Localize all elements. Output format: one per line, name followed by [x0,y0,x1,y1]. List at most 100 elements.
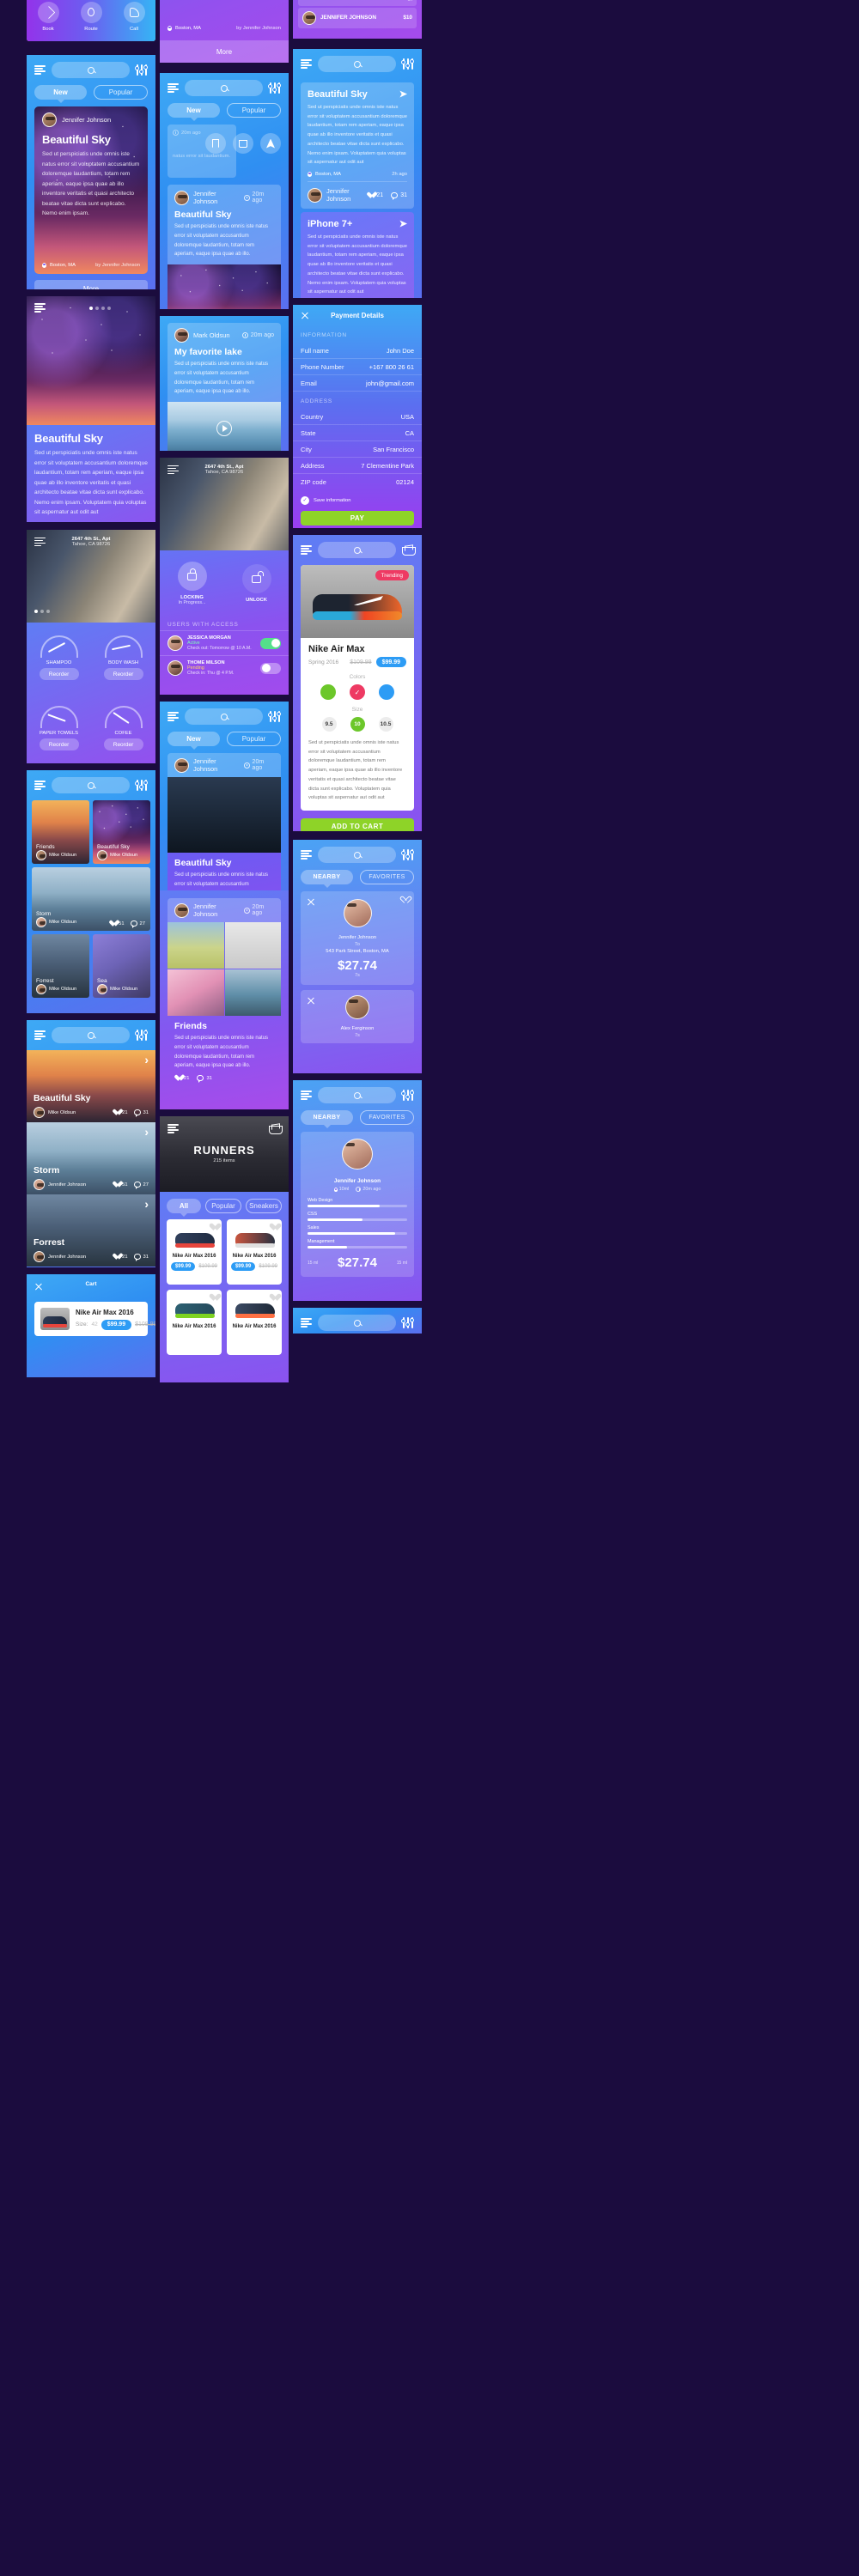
bookmark-button[interactable] [205,133,226,154]
filter-icon[interactable] [401,849,414,860]
more-button[interactable]: More [160,40,289,63]
product-card[interactable]: Nike Air Max 2016 [167,1290,222,1355]
ride-card[interactable]: Alex Ferginson 7s [301,990,414,1043]
comment-icon[interactable] [133,1254,141,1261]
search-input[interactable] [52,1027,130,1043]
supply-tile[interactable]: COFEE Reorder [91,693,155,763]
user-row[interactable]: JESSICA MORGAN Active Check out: Tomorro… [160,630,289,655]
search-input[interactable] [185,708,263,725]
filter-icon[interactable] [135,1030,148,1041]
search-input[interactable] [52,62,130,78]
list-item[interactable]: › Beautiful Sky Mike Oldsun 21 31 [27,1050,155,1122]
heart-outline-icon[interactable] [399,895,413,903]
ride-card[interactable]: Jennifer Johnson To 543 Park Street, Bos… [301,891,414,985]
size-option[interactable]: 9.5 [321,717,337,732]
product-card[interactable]: Nike Air Max 2016 $99.99 $109.99 [167,1219,222,1285]
grid-photo[interactable]: Sea Mike Oldsun [93,934,150,998]
heart-icon[interactable] [113,1109,119,1115]
size-option-selected[interactable]: 10 [350,717,365,732]
cart-icon[interactable] [402,544,416,556]
tab-nearby[interactable]: NEARBY [301,1110,353,1128]
tab-all[interactable]: All [167,1199,201,1217]
grid-photo[interactable]: Forrest Mike Oldsun [32,934,89,998]
share-icon[interactable]: ➤ [399,218,407,229]
menu-icon[interactable] [168,1124,179,1133]
tab-new[interactable]: New [168,732,220,750]
supply-tile[interactable]: SHAMPOO Reorder [27,623,91,693]
comment-icon[interactable] [391,191,399,200]
color-swatch-blue[interactable] [379,684,394,700]
heart-icon[interactable] [174,1075,181,1081]
cart-item[interactable]: Nike Air Max 2016 Size: 42 $99.99 $109.9… [34,1302,155,1336]
payment-row[interactable]: State CA [293,425,422,441]
chevron-right-icon[interactable]: › [144,1126,149,1138]
share-icon[interactable]: ➤ [399,88,407,100]
add-to-cart-button[interactable]: ADD TO CART [301,818,414,831]
payment-row[interactable]: Phone Number +167 800 26 61 [293,359,422,375]
grid-photo-wide[interactable]: Storm Mike Oldsun 51 27 [32,867,150,931]
post-card[interactable]: Jennifer Johnson 20m ago Beautiful Sky S… [168,185,281,309]
grid-photo[interactable]: Beautiful Sky Mike Oldsun [93,800,150,864]
map-action-call[interactable]: Call [123,1,145,32]
comment-icon[interactable] [133,1182,141,1189]
user-row[interactable]: THOME MILSON Pending Check in: Thu @ 4 P… [160,655,289,680]
filter-icon[interactable] [401,1090,414,1101]
post-photo[interactable] [168,777,281,853]
tab-sneakers[interactable]: Sneakers [246,1199,282,1213]
menu-icon[interactable] [34,537,46,547]
tab-popular[interactable]: Popular [205,1199,241,1213]
size-option[interactable]: 10.5 [378,717,393,732]
user-access-toggle[interactable] [260,637,281,649]
comment-icon[interactable] [133,1109,141,1117]
menu-icon[interactable] [168,712,179,721]
filter-icon[interactable] [401,1317,414,1328]
menu-icon[interactable] [34,65,46,75]
close-icon[interactable] [34,1282,43,1291]
comment-icon[interactable] [130,920,137,928]
filter-icon[interactable] [268,711,281,722]
collage-photo[interactable] [168,969,224,1016]
search-input[interactable] [318,847,396,863]
reorder-button[interactable]: Reorder [103,738,143,750]
payment-row[interactable]: Address 7 Clementine Park [293,458,422,474]
heart-icon[interactable] [113,1254,119,1260]
chevron-right-icon[interactable]: › [144,1198,149,1210]
menu-icon[interactable] [301,1091,312,1100]
heart-icon[interactable] [113,1182,119,1188]
filter-icon[interactable] [135,64,148,76]
play-button[interactable] [216,421,232,437]
filter-icon[interactable] [268,82,281,94]
collage-photo[interactable] [168,922,224,969]
map-action-book[interactable]: Book [37,1,59,32]
search-input[interactable] [318,1087,396,1103]
send-button[interactable] [260,133,281,154]
cart-icon[interactable] [269,1123,283,1134]
payment-row[interactable]: Email john@gmail.com [293,375,422,392]
comment-icon[interactable] [197,1075,204,1084]
payment-row[interactable]: ZIP code 02124 [293,474,422,490]
tab-popular[interactable]: Popular [227,732,281,746]
video-thumbnail[interactable] [168,402,281,451]
pay-button[interactable]: PAY [301,511,414,526]
heart-icon[interactable] [109,920,116,927]
list-item[interactable]: › Forrest Jennifer Johnson 21 31 [27,1194,155,1267]
locking-status[interactable]: LOCKING In Progress... [177,562,207,605]
user-access-toggle[interactable] [260,662,281,674]
menu-icon[interactable] [301,545,312,555]
tab-favorites[interactable]: FAVORITES [360,1110,414,1125]
reorder-button[interactable]: Reorder [103,668,143,680]
supply-tile[interactable]: BODY WASH Reorder [91,623,155,693]
search-input[interactable] [318,56,396,72]
menu-icon[interactable] [301,850,312,860]
tab-popular[interactable]: Popular [94,85,148,100]
reorder-button[interactable]: Reorder [39,668,79,680]
more-button[interactable]: More [34,280,148,289]
tab-favorites[interactable]: FAVORITES [360,870,414,884]
payment-row[interactable]: City San Francisco [293,441,422,458]
list-item[interactable]: › Storm Jennifer Johnson 51 27 [27,1122,155,1194]
heart-icon[interactable] [367,192,374,198]
download-button[interactable] [233,133,253,154]
menu-icon[interactable] [301,59,312,69]
map-action-route[interactable]: Route [80,1,102,32]
post-card[interactable]: Mark Oldsun 20m ago My favorite lake Sed… [168,323,281,451]
